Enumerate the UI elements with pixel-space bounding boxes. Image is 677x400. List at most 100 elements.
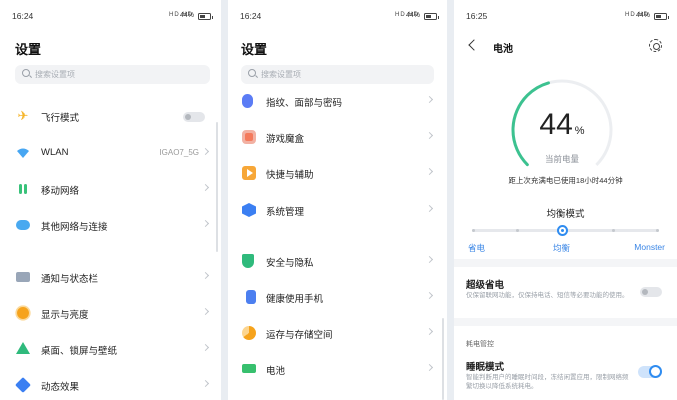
airplane-icon: ✈ xyxy=(17,108,29,123)
search-placeholder: 搜索设置项 xyxy=(35,70,75,79)
item-label: 其他网络与连接 xyxy=(41,222,108,233)
item-label: 飞行模式 xyxy=(41,113,80,124)
settings-item-other-networks[interactable]: 其他网络与连接 xyxy=(0,210,221,240)
settings-item-storage[interactable]: 运存与存储空间 xyxy=(228,318,447,348)
chevron-right-icon xyxy=(201,343,210,352)
battery-percent: 44% xyxy=(405,12,420,19)
slider-dot xyxy=(656,229,659,232)
settings-screen-2: 16:24 HD HD 44% 设置 搜索设置项 指纹、面部与密码 游戏魔盒 快… xyxy=(228,0,447,400)
chevron-right-icon xyxy=(425,327,434,336)
status-bar: 16:24 HD HD 44% xyxy=(240,11,439,23)
percent-unit: % xyxy=(574,125,585,137)
item-label: WLAN xyxy=(41,147,69,158)
fingerprint-icon xyxy=(242,94,253,108)
status-time: 16:25 xyxy=(466,11,488,21)
settings-item-fingerprint[interactable]: 指纹、面部与密码 xyxy=(228,86,447,116)
settings-item-mobile-network[interactable]: 移动网络 xyxy=(0,174,221,204)
settings-item-wlan[interactable]: WLAN IGAO7_5G xyxy=(0,138,221,168)
slider-knob[interactable] xyxy=(557,225,568,236)
section-divider xyxy=(454,318,677,326)
mode-power-saving[interactable]: 省电 xyxy=(468,242,485,254)
chevron-right-icon xyxy=(425,291,434,300)
item-label: 快捷与辅助 xyxy=(266,170,314,181)
battery-percentage: 44% xyxy=(510,108,614,142)
battery-icon xyxy=(198,13,213,20)
airplane-toggle[interactable] xyxy=(183,112,205,122)
chevron-right-icon xyxy=(425,131,434,140)
super-saver-desc: 仅保留联网功能，仅保持电话、短信等必要功能的使用。 xyxy=(466,292,629,299)
sleep-mode-toggle[interactable] xyxy=(638,365,662,378)
item-label: 电池 xyxy=(266,366,286,377)
chevron-right-icon xyxy=(201,219,210,228)
chevron-right-icon xyxy=(425,363,434,372)
settings-item-display[interactable]: 显示与亮度 xyxy=(0,298,221,328)
item-label: 运存与存储空间 xyxy=(266,330,333,341)
settings-item-notifications[interactable]: 通知与状态栏 xyxy=(0,262,221,292)
battery-gauge: 44% 当前电量 xyxy=(510,78,614,182)
settings-item-game-box[interactable]: 游戏魔盒 xyxy=(228,122,447,152)
section-label: 耗电管控 xyxy=(466,341,494,348)
current-charge-caption: 当前电量 xyxy=(544,154,579,164)
settings-item-digital-wellbeing[interactable]: 健康使用手机 xyxy=(228,282,447,312)
item-label: 游戏魔盒 xyxy=(266,134,305,145)
mobile-network-icon xyxy=(16,182,30,196)
page-title: 电池 xyxy=(493,44,513,55)
gear-icon[interactable] xyxy=(649,39,662,52)
item-label: 通知与状态栏 xyxy=(41,274,99,285)
chevron-right-icon xyxy=(425,255,434,264)
item-label: 移动网络 xyxy=(41,186,80,197)
chevron-right-icon xyxy=(201,147,210,156)
shield-icon xyxy=(242,254,254,268)
notification-icon xyxy=(16,272,30,282)
status-time: 16:24 xyxy=(12,11,34,21)
battery-icon xyxy=(654,13,669,20)
game-icon xyxy=(242,130,256,144)
wallpaper-icon xyxy=(16,342,30,354)
mode-monster[interactable]: Monster xyxy=(634,242,665,252)
brightness-icon xyxy=(17,307,29,319)
percent-number: 44 xyxy=(539,108,573,141)
chevron-right-icon xyxy=(201,271,210,280)
wlan-network-name: IGAO7_5G xyxy=(159,148,199,157)
wifi-icon xyxy=(16,146,30,160)
settings-screen-1: 16:24 HD HD 44% 设置 搜索设置项 ✈ 飞行模式 WLAN IGA… xyxy=(0,0,221,400)
slider-dot xyxy=(612,229,615,232)
super-saver-title: 超级省电 xyxy=(466,280,505,291)
search-placeholder: 搜索设置项 xyxy=(261,70,301,79)
animation-icon xyxy=(15,377,31,393)
mode-slider[interactable] xyxy=(472,225,659,236)
status-bar: 16:24 HD HD 44% xyxy=(12,11,213,23)
settings-item-animations[interactable]: 动态效果 xyxy=(0,370,221,400)
section-divider xyxy=(454,259,677,267)
back-arrow-icon[interactable] xyxy=(468,39,480,51)
item-label: 系统管理 xyxy=(266,207,305,218)
search-input[interactable]: 搜索设置项 xyxy=(241,65,434,84)
item-label: 桌面、锁屏与壁纸 xyxy=(41,346,118,357)
scrollbar[interactable] xyxy=(216,122,218,252)
shortcut-icon xyxy=(242,166,256,180)
settings-item-battery[interactable]: 电池 xyxy=(228,354,447,384)
item-label: 显示与亮度 xyxy=(41,310,89,321)
settings-item-wallpaper[interactable]: 桌面、锁屏与壁纸 xyxy=(0,334,221,364)
battery-setting-icon xyxy=(242,364,256,373)
settings-item-system-management[interactable]: 系统管理 xyxy=(228,195,447,225)
chevron-right-icon xyxy=(201,379,210,388)
settings-item-shortcuts[interactable]: 快捷与辅助 xyxy=(228,158,447,188)
phone-icon xyxy=(246,290,256,304)
status-bar: 16:25 HD HD 44% xyxy=(466,11,669,23)
settings-item-airplane-mode[interactable]: ✈ 飞行模式 xyxy=(0,101,221,131)
page-title: 设置 xyxy=(15,42,42,57)
search-input[interactable]: 搜索设置项 xyxy=(15,65,210,84)
slider-dot xyxy=(472,229,475,232)
settings-item-security[interactable]: 安全与隐私 xyxy=(228,246,447,276)
search-icon xyxy=(22,69,30,77)
page-title: 设置 xyxy=(241,42,268,57)
mode-balanced[interactable]: 均衡 xyxy=(553,242,570,254)
status-time: 16:24 xyxy=(240,11,262,21)
chevron-right-icon xyxy=(425,204,434,213)
sleep-mode-title: 睡眠模式 xyxy=(466,362,505,373)
scrollbar[interactable] xyxy=(442,318,444,400)
chevron-right-icon xyxy=(425,95,434,104)
super-saver-toggle[interactable] xyxy=(640,287,662,297)
search-icon xyxy=(248,69,256,77)
